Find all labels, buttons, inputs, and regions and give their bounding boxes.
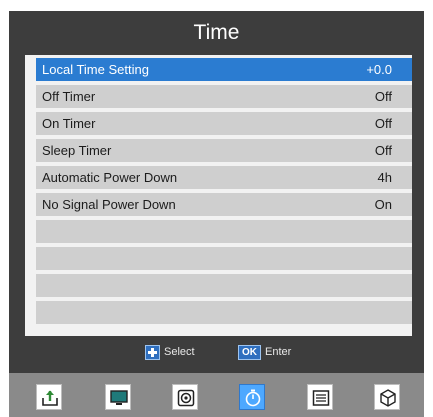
timer-icon[interactable] (239, 384, 265, 410)
enter-label: Enter (265, 346, 292, 358)
enter-hint: OK Enter (238, 342, 291, 362)
select-label: Select (164, 346, 195, 358)
row-label: Automatic Power Down (42, 170, 178, 185)
row-value: Off (374, 89, 392, 104)
menu-title: Time (193, 21, 240, 44)
ok-key-icon: OK (238, 344, 261, 360)
empty-row (36, 247, 412, 270)
row-label: Off Timer (42, 89, 96, 104)
time-menu-frame: Time Local Time Setting +0.0 Off Timer O… (9, 11, 424, 405)
row-label: Sleep Timer (42, 143, 112, 158)
menu-bar (9, 373, 424, 417)
dpad-icon (145, 344, 160, 360)
monitor-icon[interactable] (105, 384, 131, 410)
row-value: Off (374, 116, 392, 131)
row-value: 4h (377, 170, 392, 185)
key-hints: Select OK Enter (9, 342, 424, 362)
empty-row (36, 220, 412, 243)
audio-icon[interactable] (172, 384, 198, 410)
row-automatic-power-down[interactable]: Automatic Power Down 4h (36, 166, 412, 189)
list-icon[interactable] (307, 384, 333, 410)
row-no-signal-power-down[interactable]: No Signal Power Down On (36, 193, 412, 216)
row-value: On (374, 197, 392, 212)
empty-row (36, 274, 412, 297)
settings-list: Local Time Setting +0.0 Off Timer Off On… (36, 58, 412, 328)
row-off-timer[interactable]: Off Timer Off (36, 85, 412, 108)
select-hint: Select (145, 342, 195, 362)
row-label: On Timer (42, 116, 96, 131)
upload-icon[interactable] (36, 384, 62, 410)
empty-row (36, 301, 412, 324)
cube-icon[interactable] (374, 384, 400, 410)
row-value: Off (374, 143, 392, 158)
row-local-time-setting[interactable]: Local Time Setting +0.0 (36, 58, 412, 81)
row-label: No Signal Power Down (42, 197, 176, 212)
row-sleep-timer[interactable]: Sleep Timer Off (36, 139, 412, 162)
row-value: +0.0 (366, 62, 392, 77)
row-on-timer[interactable]: On Timer Off (36, 112, 412, 135)
row-label: Local Time Setting (42, 62, 149, 77)
